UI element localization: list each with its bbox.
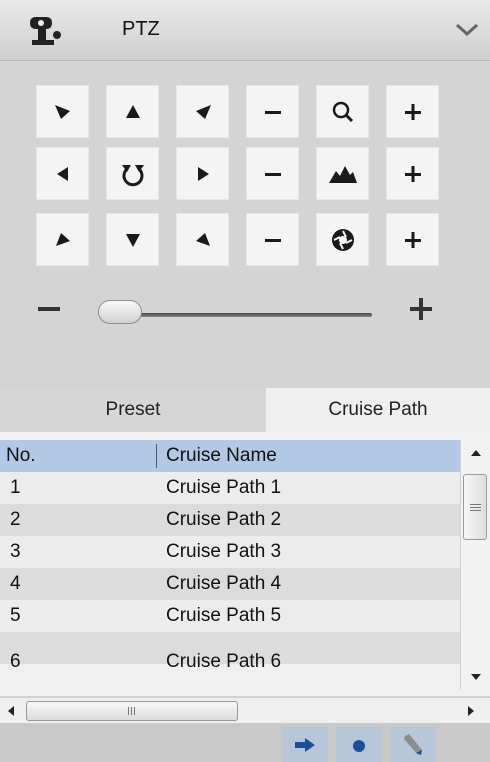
iris-icon bbox=[331, 228, 354, 251]
pan-left-button[interactable] bbox=[36, 147, 89, 200]
scroll-right-icon[interactable] bbox=[466, 705, 476, 717]
table-row[interactable]: 5 Cruise Path 5 bbox=[0, 600, 460, 632]
tab-preset[interactable]: Preset bbox=[0, 388, 266, 432]
row-number: 2 bbox=[10, 509, 21, 530]
vertical-scrollbar[interactable] bbox=[460, 440, 490, 690]
iris-open-button[interactable] bbox=[386, 213, 439, 266]
column-divider[interactable] bbox=[156, 444, 157, 468]
arrow-up-right-icon bbox=[195, 104, 211, 119]
pan-up-left-button[interactable] bbox=[36, 85, 89, 138]
plus-icon bbox=[404, 103, 421, 120]
tab-cruise-path[interactable]: Cruise Path bbox=[266, 388, 490, 432]
table-row[interactable]: 2 Cruise Path 2 bbox=[0, 504, 460, 536]
edit-cruise-button[interactable] bbox=[390, 727, 436, 762]
call-arrow-icon bbox=[295, 737, 315, 752]
focus-icon bbox=[328, 165, 357, 183]
horizontal-scrollbar[interactable] bbox=[0, 697, 490, 724]
row-cruise-name: Cruise Path 5 bbox=[166, 605, 282, 626]
arrow-up-icon bbox=[125, 104, 140, 118]
focus-label-button bbox=[316, 147, 369, 200]
arrow-down-right-icon bbox=[195, 232, 210, 246]
minus-icon bbox=[264, 172, 281, 176]
auto-rotate-button[interactable] bbox=[106, 147, 159, 200]
ptz-control-panel bbox=[0, 61, 490, 387]
record-cruise-button[interactable] bbox=[336, 727, 382, 762]
speed-slider-handle[interactable] bbox=[98, 300, 142, 324]
table-row[interactable]: 4 Cruise Path 4 bbox=[0, 568, 460, 600]
cruise-path-table: No. Cruise Name 1 Cruise Path 1 2 Cruise… bbox=[0, 432, 490, 696]
joystick-icon bbox=[30, 17, 61, 45]
focus-near-button[interactable] bbox=[246, 147, 299, 200]
tab-bar: Preset Cruise Path bbox=[0, 388, 490, 432]
zoom-in-button[interactable] bbox=[386, 85, 439, 138]
row-number: 3 bbox=[10, 541, 21, 562]
iris-label-button bbox=[316, 213, 369, 266]
horizontal-scroll-thumb[interactable] bbox=[26, 701, 238, 721]
pan-up-button[interactable] bbox=[106, 85, 159, 138]
arrow-down-icon bbox=[125, 233, 140, 247]
minus-icon bbox=[264, 238, 281, 242]
plus-icon bbox=[404, 231, 421, 248]
plus-icon bbox=[404, 165, 421, 182]
ptz-header[interactable]: PTZ bbox=[0, 0, 490, 61]
row-number: 5 bbox=[10, 605, 21, 626]
pan-down-left-button[interactable] bbox=[36, 213, 89, 266]
arrow-left-icon bbox=[56, 166, 68, 181]
arrow-down-left-icon bbox=[55, 232, 70, 246]
table-row[interactable]: 6 Cruise Path 6 bbox=[0, 632, 460, 672]
pan-up-right-button[interactable] bbox=[176, 85, 229, 138]
zoom-out-button[interactable] bbox=[246, 85, 299, 138]
scroll-down-icon[interactable] bbox=[470, 672, 482, 682]
row-cruise-name: Cruise Path 1 bbox=[166, 477, 282, 498]
scroll-up-icon[interactable] bbox=[470, 448, 482, 458]
chevron-down-icon[interactable] bbox=[452, 20, 482, 40]
cruise-toolbar bbox=[0, 723, 490, 762]
rotate-icon bbox=[121, 164, 144, 186]
iris-close-button[interactable] bbox=[246, 213, 299, 266]
row-number: 4 bbox=[10, 573, 21, 594]
row-number: 6 bbox=[10, 651, 21, 672]
speed-decrease-button[interactable] bbox=[38, 307, 60, 311]
pan-down-right-button[interactable] bbox=[176, 213, 229, 266]
scroll-left-icon[interactable] bbox=[6, 705, 16, 717]
column-header-no[interactable]: No. bbox=[6, 440, 36, 472]
zoom-label-button bbox=[316, 85, 369, 138]
pan-right-button[interactable] bbox=[176, 147, 229, 200]
table-row[interactable]: 3 Cruise Path 3 bbox=[0, 536, 460, 568]
pan-down-button[interactable] bbox=[106, 213, 159, 266]
arrow-right-icon bbox=[197, 166, 209, 181]
row-cruise-name: Cruise Path 2 bbox=[166, 509, 282, 530]
row-cruise-name: Cruise Path 3 bbox=[166, 541, 282, 562]
vertical-scroll-thumb[interactable] bbox=[463, 474, 487, 540]
arrow-up-left-icon bbox=[54, 104, 70, 119]
table-row[interactable]: 1 Cruise Path 1 bbox=[0, 472, 460, 504]
panel-title: PTZ bbox=[122, 18, 160, 40]
call-cruise-button[interactable] bbox=[282, 727, 328, 762]
row-cruise-name: Cruise Path 4 bbox=[166, 573, 282, 594]
focus-far-button[interactable] bbox=[386, 147, 439, 200]
edit-pencil-icon bbox=[404, 733, 422, 755]
record-dot-icon bbox=[353, 739, 365, 752]
row-cruise-name: Cruise Path 6 bbox=[166, 651, 282, 672]
table-header: No. Cruise Name bbox=[0, 440, 460, 472]
zoom-icon bbox=[332, 101, 353, 122]
row-number: 1 bbox=[10, 477, 21, 498]
column-header-cruise-name[interactable]: Cruise Name bbox=[166, 440, 277, 472]
minus-icon bbox=[264, 110, 281, 114]
